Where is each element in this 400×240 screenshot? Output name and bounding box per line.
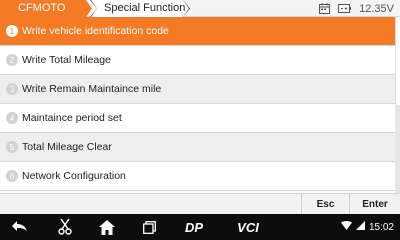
function-list: 1 Write vehicle identification code 2 Wr… [0,17,400,193]
item-number-badge: 6 [6,170,18,182]
breadcrumb-current-label: Special Function [104,2,186,14]
scrollbar[interactable] [395,17,400,193]
home-icon[interactable] [98,219,116,235]
list-item[interactable]: 1 Write vehicle identification code [0,17,395,46]
list-item[interactable]: 2 Write Total Mileage [0,46,395,75]
status-area: 12.35V [319,0,394,17]
battery-icon [338,4,352,13]
dp-icon[interactable]: DP [181,219,207,235]
breadcrumb-root-label: CFMOTO [18,2,66,14]
list-item[interactable]: 3 Write Remain Maintaince mile [0,75,395,104]
system-status: 15:02 [340,214,394,240]
breadcrumb-root[interactable]: CFMOTO [0,0,92,17]
scrollbar-thumb[interactable] [395,17,400,105]
list-item-label: Write Remain Maintaince mile [22,83,162,95]
item-number-badge: 3 [6,83,18,95]
list-item-label: Maintaince period set [22,112,122,124]
scissors-icon[interactable] [56,219,74,235]
item-number-badge: 2 [6,54,18,66]
signal-icon [355,221,365,233]
vci-label: VCI [237,219,259,235]
esc-button[interactable]: Esc [301,194,349,214]
voltage-readout: 12.35V [359,2,394,15]
enter-button[interactable]: Enter [349,194,400,214]
calendar-icon[interactable] [319,3,331,14]
list-item[interactable]: 5 Total Mileage Clear [0,133,395,162]
breadcrumb-current: Special Function [91,0,189,17]
list-item-label: Write vehicle identification code [22,25,169,37]
action-bar: Esc Enter [0,193,400,214]
vci-icon[interactable]: VCI [233,219,263,235]
dp-label: DP [184,219,204,235]
android-nav-bar: DP VCI 15:02 [0,214,400,240]
list-item-label: Total Mileage Clear [22,141,112,153]
enter-button-label: Enter [362,198,388,210]
esc-button-label: Esc [316,198,335,210]
item-number-badge: 1 [6,25,18,37]
top-bar: CFMOTO Special Function 12.35V [0,0,400,17]
list-item[interactable]: 6 Network Configuration [0,162,395,191]
back-icon[interactable] [10,219,30,235]
list-item[interactable]: 4 Maintaince period set [0,104,395,133]
item-number-badge: 5 [6,141,18,153]
item-number-badge: 4 [6,112,18,124]
list-item-label: Network Configuration [22,170,126,182]
recents-icon[interactable] [141,219,157,235]
wifi-icon [340,221,352,233]
clock: 15:02 [368,221,394,233]
list-item-label: Write Total Mileage [22,54,111,66]
